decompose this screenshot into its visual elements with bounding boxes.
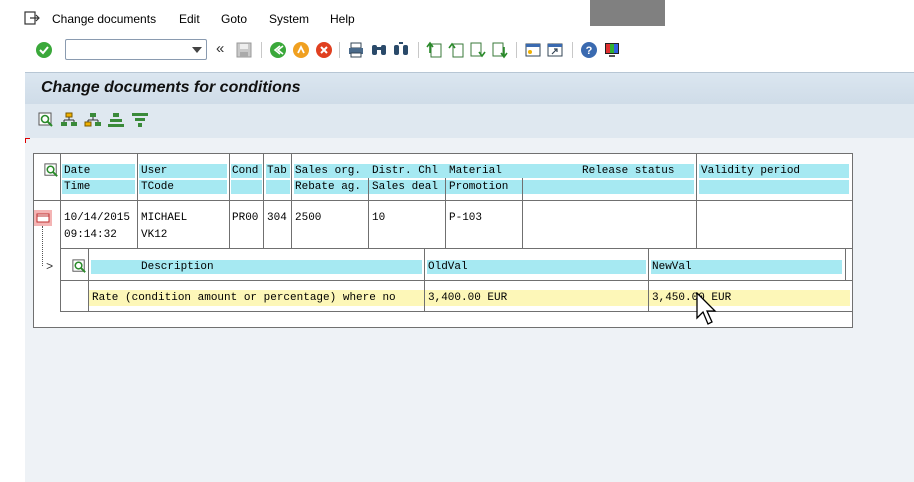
menu-help[interactable]: Help	[330, 12, 355, 26]
print-icon[interactable]	[347, 41, 365, 59]
next-page-icon[interactable]	[469, 41, 487, 59]
menu-exit-icon[interactable]	[24, 11, 40, 25]
grid-line	[60, 280, 853, 281]
header-bg	[231, 180, 262, 194]
header-description[interactable]: Description	[141, 261, 214, 273]
header-bg	[266, 180, 290, 194]
svg-text:?: ?	[586, 45, 593, 57]
header-date[interactable]: Date	[64, 165, 90, 177]
new-session-icon[interactable]	[524, 41, 542, 59]
application-toolbar	[25, 104, 914, 138]
header-bg	[699, 180, 849, 194]
header-tab[interactable]: Tab	[267, 165, 287, 177]
header-cond[interactable]: Cond	[232, 165, 258, 177]
exit-icon[interactable]	[292, 41, 310, 59]
find-icon[interactable]	[370, 41, 388, 59]
toolbar-separator	[516, 42, 517, 58]
last-page-icon[interactable]	[491, 41, 509, 59]
customize-layout-icon[interactable]	[603, 41, 621, 59]
header-time[interactable]: Time	[64, 181, 90, 193]
filter-icon[interactable]	[131, 111, 149, 129]
record-material: P-103	[449, 212, 483, 224]
menu-goto[interactable]: Goto	[221, 12, 247, 26]
grid-line	[60, 311, 853, 312]
grid-line	[60, 248, 853, 249]
toolbar-separator	[418, 42, 419, 58]
tree-arrow-icon: >	[46, 260, 54, 274]
header-tcode[interactable]: TCode	[141, 181, 174, 193]
find-next-icon[interactable]	[392, 41, 410, 59]
record-time: 09:14:32	[64, 229, 117, 241]
folder-open-icon[interactable]	[34, 210, 52, 226]
details-icon[interactable]	[43, 162, 60, 179]
grid-line	[368, 178, 369, 248]
tree-connector	[42, 226, 43, 266]
shortcut-icon[interactable]	[546, 41, 564, 59]
expand-icon[interactable]	[107, 111, 125, 129]
header-release-status[interactable]: Release status	[582, 165, 674, 177]
details-icon[interactable]	[71, 258, 88, 275]
grid-line	[522, 178, 523, 248]
details-icon[interactable]	[37, 111, 55, 129]
menu-edit[interactable]: Edit	[179, 12, 200, 26]
menu-system[interactable]: System	[269, 12, 309, 26]
menu-change-documents[interactable]: Change documents	[52, 12, 156, 26]
header-user[interactable]: User	[141, 165, 167, 177]
toolbar-separator	[261, 42, 262, 58]
header-material[interactable]: Material	[449, 165, 502, 177]
sort-ascending-icon[interactable]	[60, 111, 78, 129]
header-new-val[interactable]: NewVal	[652, 261, 692, 273]
page-title: Change documents for conditions	[41, 79, 301, 96]
command-field[interactable]	[65, 39, 207, 60]
header-sales-org[interactable]: Sales org.	[295, 165, 361, 177]
header-sales-deal[interactable]: Sales deal	[372, 181, 438, 193]
detail-old-val: 3,400.00 EUR	[428, 292, 508, 304]
back-icon[interactable]	[269, 41, 287, 59]
title-overlay-block	[590, 0, 665, 26]
first-page-icon[interactable]	[425, 41, 443, 59]
collapse-field-button[interactable]: «	[216, 40, 224, 57]
grid-line	[845, 248, 846, 280]
record-tcode: VK12	[141, 229, 168, 241]
detail-description: Rate (condition amount or percentage) wh…	[92, 292, 396, 304]
previous-page-icon[interactable]	[447, 41, 465, 59]
help-icon[interactable]: ?	[580, 41, 598, 59]
record-distr-chl: 10	[372, 212, 386, 224]
mouse-cursor-icon	[696, 292, 717, 325]
grid-line	[33, 200, 853, 201]
header-promotion[interactable]: Promotion	[449, 181, 508, 193]
chevron-down-icon[interactable]	[192, 47, 202, 53]
record-user: MICHAEL	[141, 212, 188, 224]
cancel-icon[interactable]	[315, 41, 333, 59]
toolbar-separator	[572, 42, 573, 58]
record-cond: PR00	[232, 212, 259, 224]
detail-new-val: 3,450.00 EUR	[652, 292, 732, 304]
header-distr-chl[interactable]: Distr. Chl	[372, 165, 438, 177]
grid-line	[60, 248, 61, 312]
header-old-val[interactable]: OldVal	[428, 261, 468, 273]
save-icon[interactable]	[235, 41, 253, 59]
header-rebate-ag[interactable]: Rebate ag.	[295, 181, 361, 193]
enter-check-icon[interactable]	[35, 41, 53, 59]
record-tab: 304	[267, 212, 287, 224]
sort-descending-icon[interactable]	[84, 111, 102, 129]
focus-marker	[25, 138, 30, 143]
header-validity-period[interactable]: Validity period	[701, 165, 800, 177]
toolbar-separator	[339, 42, 340, 58]
record-sales-org: 2500	[295, 212, 322, 224]
grid-line	[445, 178, 446, 248]
record-date: 10/14/2015	[64, 212, 131, 224]
